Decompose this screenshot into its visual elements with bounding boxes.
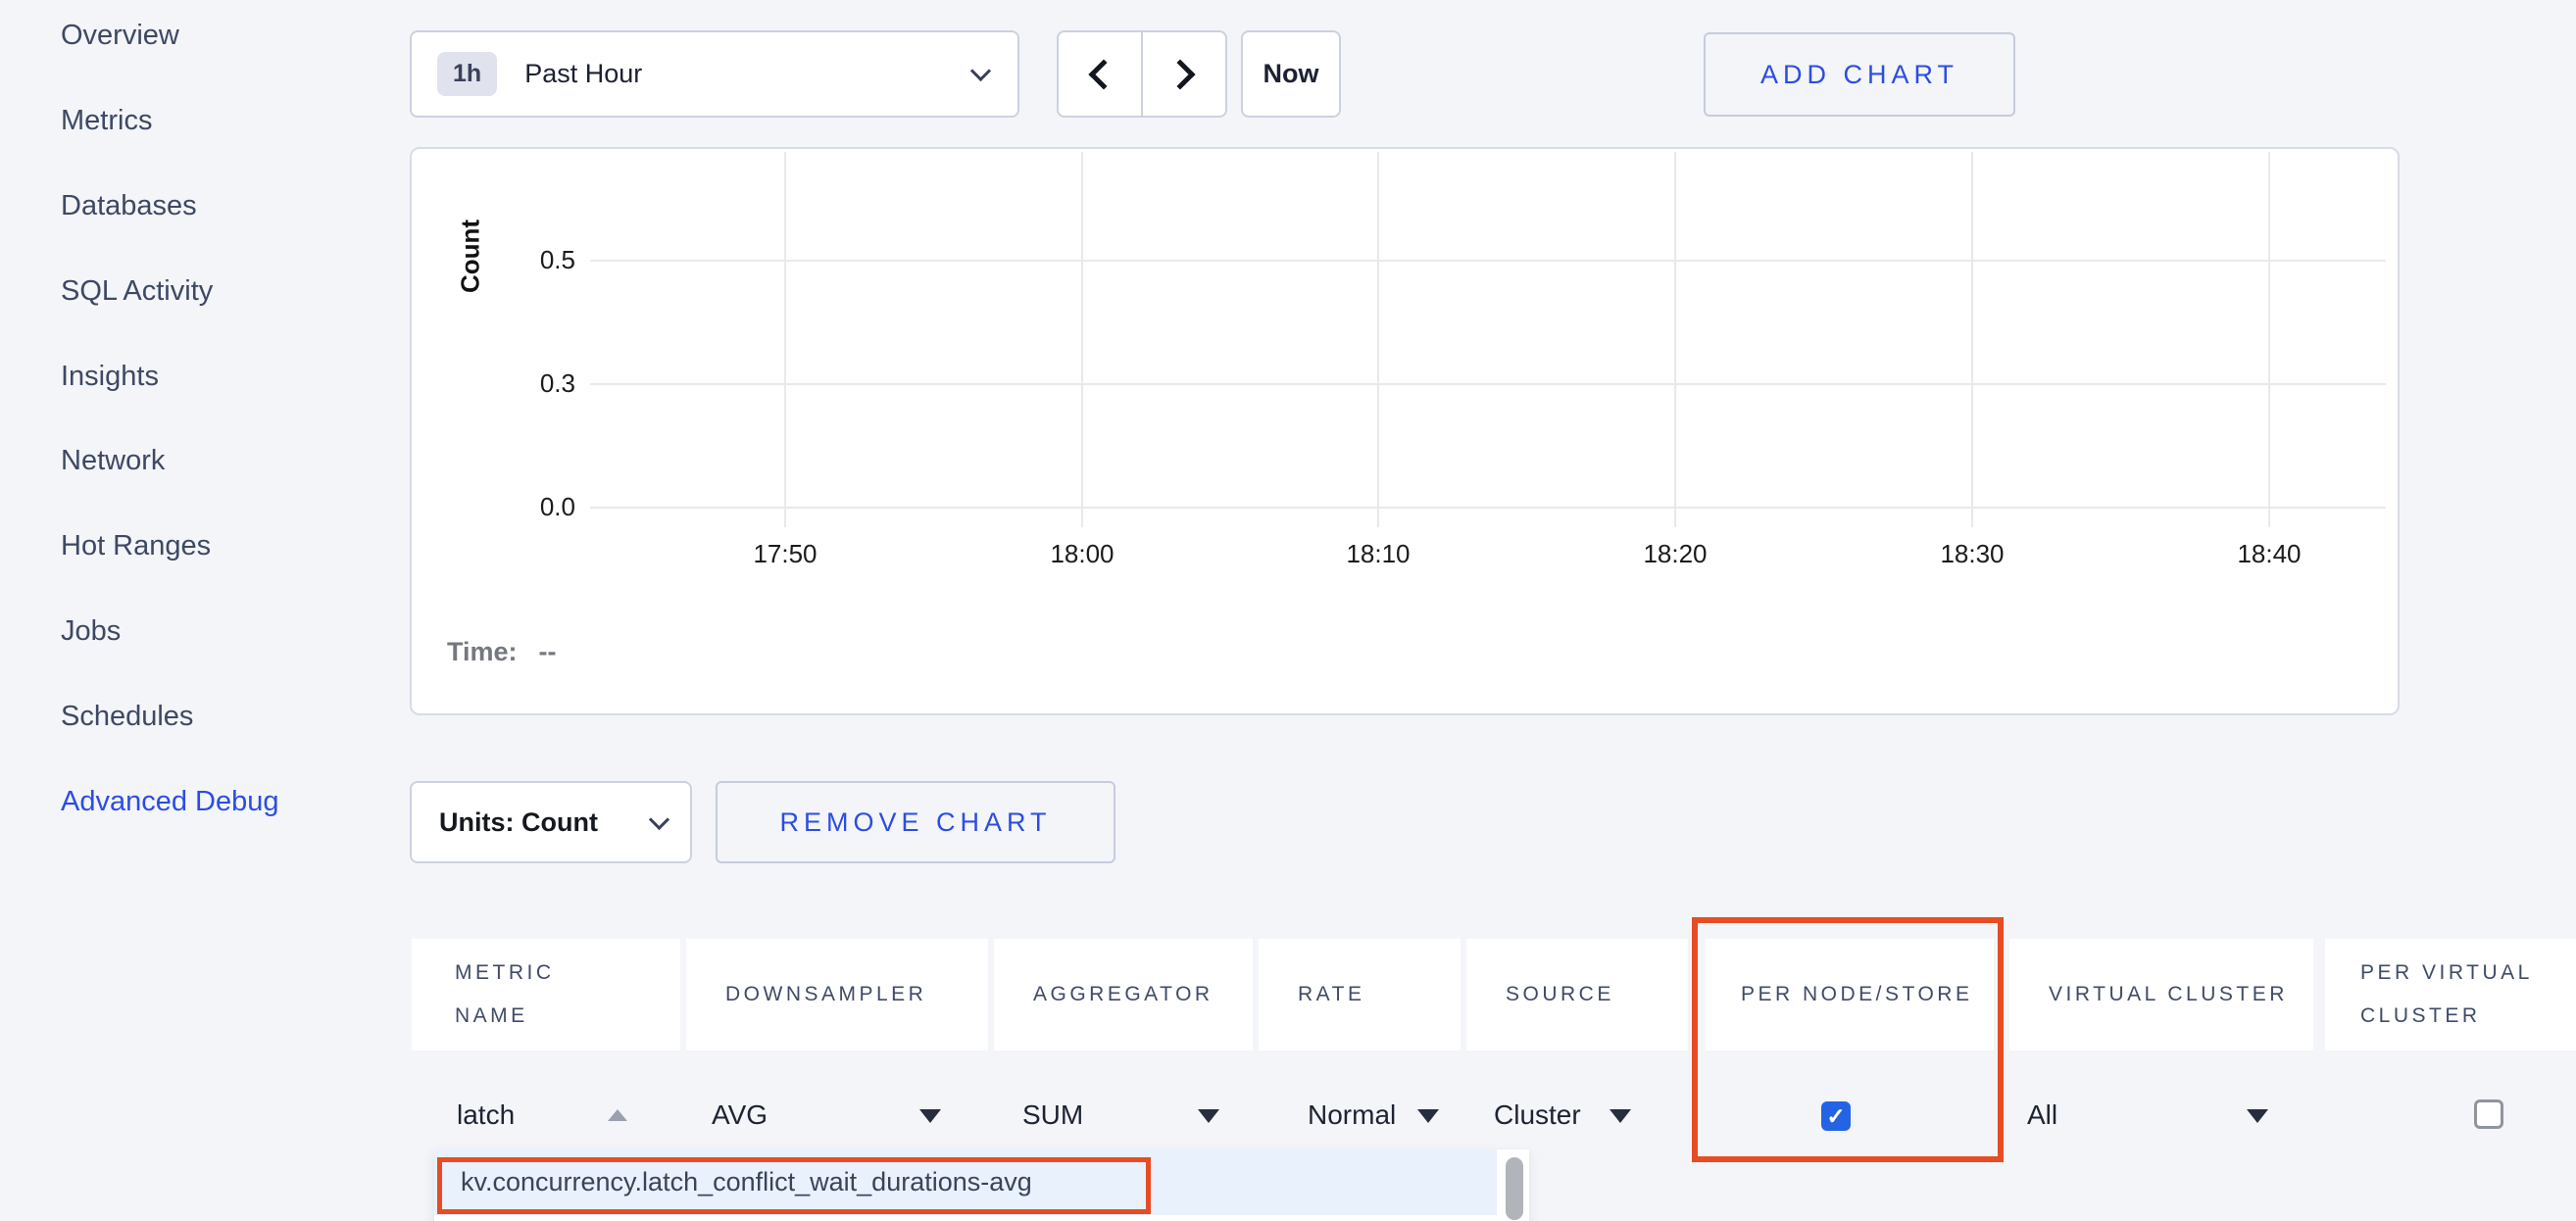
x-tick-label: 18:20 [1607, 539, 1744, 569]
sidebar-item-databases[interactable]: Databases [61, 190, 197, 227]
source-select[interactable]: Cluster [1494, 1099, 1581, 1131]
sidebar-item-hot-ranges[interactable]: Hot Ranges [61, 530, 211, 567]
aggregator-select[interactable]: SUM [1022, 1099, 1083, 1131]
sort-up-icon[interactable] [608, 1109, 627, 1121]
column-header-metric-name: METRIC NAME [412, 939, 680, 1050]
x-tick-label: 18:40 [2201, 539, 2338, 569]
gridline-vertical [1377, 152, 1379, 527]
units-dropdown[interactable]: Units: Count [410, 781, 692, 863]
gridline-horizontal [590, 260, 2386, 262]
sidebar-item-metrics[interactable]: Metrics [61, 105, 152, 142]
caret-down-icon[interactable] [2247, 1109, 2268, 1123]
metric-name-input[interactable]: latch [457, 1099, 515, 1131]
gridline-horizontal [590, 507, 2386, 509]
units-label: Units: Count [439, 807, 598, 838]
caret-down-icon[interactable] [1198, 1109, 1219, 1123]
now-button[interactable]: Now [1241, 30, 1341, 118]
sidebar-item-overview[interactable]: Overview [61, 20, 179, 57]
per-virtual-cluster-checkbox[interactable] [2474, 1099, 2503, 1129]
column-header-virtual-cluster: VIRTUAL CLUSTER [2009, 939, 2313, 1050]
x-tick-label: 18:00 [1014, 539, 1151, 569]
next-time-button[interactable] [1142, 30, 1227, 118]
remove-chart-button[interactable]: REMOVE CHART [716, 781, 1115, 863]
gridline-vertical [2268, 152, 2270, 527]
gridline-horizontal [590, 383, 2386, 385]
chevron-right-icon [1164, 59, 1195, 89]
chevron-left-icon [1088, 59, 1118, 89]
x-tick-label: 18:10 [1310, 539, 1447, 569]
gridline-vertical [1081, 152, 1083, 527]
sidebar-item-network[interactable]: Network [61, 445, 165, 482]
y-tick-label: 0.0 [468, 492, 575, 522]
sidebar-item-insights[interactable]: Insights [61, 361, 159, 398]
chevron-down-icon [970, 61, 991, 81]
column-header-source: SOURCE [1466, 939, 1688, 1050]
hover-time-readout: Time: -- [447, 637, 557, 667]
x-tick-label: 18:30 [1904, 539, 2041, 569]
metric-autocomplete-dropdown: kv.concurrency.latch_conflict_wait_durat… [434, 1149, 1529, 1221]
downsampler-select[interactable]: AVG [712, 1099, 768, 1131]
y-tick-label: 0.5 [468, 245, 575, 275]
column-header-per-node-store: PER NODE/STORE [1706, 939, 1994, 1050]
sidebar-item-jobs[interactable]: Jobs [61, 615, 121, 653]
time-range-selector[interactable]: 1h Past Hour [410, 30, 1019, 118]
time-caption: Time: [447, 637, 518, 667]
rate-select[interactable]: Normal [1308, 1099, 1396, 1131]
time-nav-arrows [1057, 30, 1227, 118]
gridline-vertical [784, 152, 786, 527]
chart-panel: Count 0.5 0.3 0.0 17:50 18:00 18:10 18:2… [410, 147, 2400, 715]
time-range-label: Past Hour [524, 59, 642, 89]
chevron-down-icon [649, 808, 669, 829]
column-header-per-virtual-cluster: PER VIRTUAL CLUSTER [2325, 939, 2576, 1050]
column-header-rate: RATE [1259, 939, 1461, 1050]
virtual-cluster-select[interactable]: All [2027, 1099, 2057, 1131]
sidebar-item-advanced-debug[interactable]: Advanced Debug [61, 786, 279, 823]
column-header-downsampler: DOWNSAMPLER [686, 939, 988, 1050]
time-range-badge: 1h [437, 52, 497, 96]
caret-down-icon[interactable] [1417, 1109, 1439, 1123]
caret-down-icon[interactable] [1610, 1109, 1631, 1123]
gridline-vertical [1971, 152, 1973, 527]
y-tick-label: 0.3 [468, 368, 575, 399]
advanced-debug-custom-chart-page: Overview Metrics Databases SQL Activity … [0, 0, 2576, 1221]
caret-down-icon[interactable] [919, 1109, 941, 1123]
add-chart-button[interactable]: ADD CHART [1704, 32, 2015, 117]
autocomplete-suggestion[interactable]: kv.concurrency.latch_conflict_wait_durat… [434, 1149, 1497, 1215]
x-tick-label: 17:50 [717, 539, 854, 569]
gridline-vertical [1674, 152, 1676, 527]
scrollbar-thumb[interactable] [1506, 1157, 1523, 1220]
per-node-store-checkbox[interactable] [1821, 1101, 1851, 1131]
time-value: -- [539, 637, 557, 667]
prev-time-button[interactable] [1057, 30, 1142, 118]
column-header-aggregator: AGGREGATOR [994, 939, 1253, 1050]
sidebar-item-sql-activity[interactable]: SQL Activity [61, 275, 213, 313]
sidebar-item-schedules[interactable]: Schedules [61, 701, 193, 738]
